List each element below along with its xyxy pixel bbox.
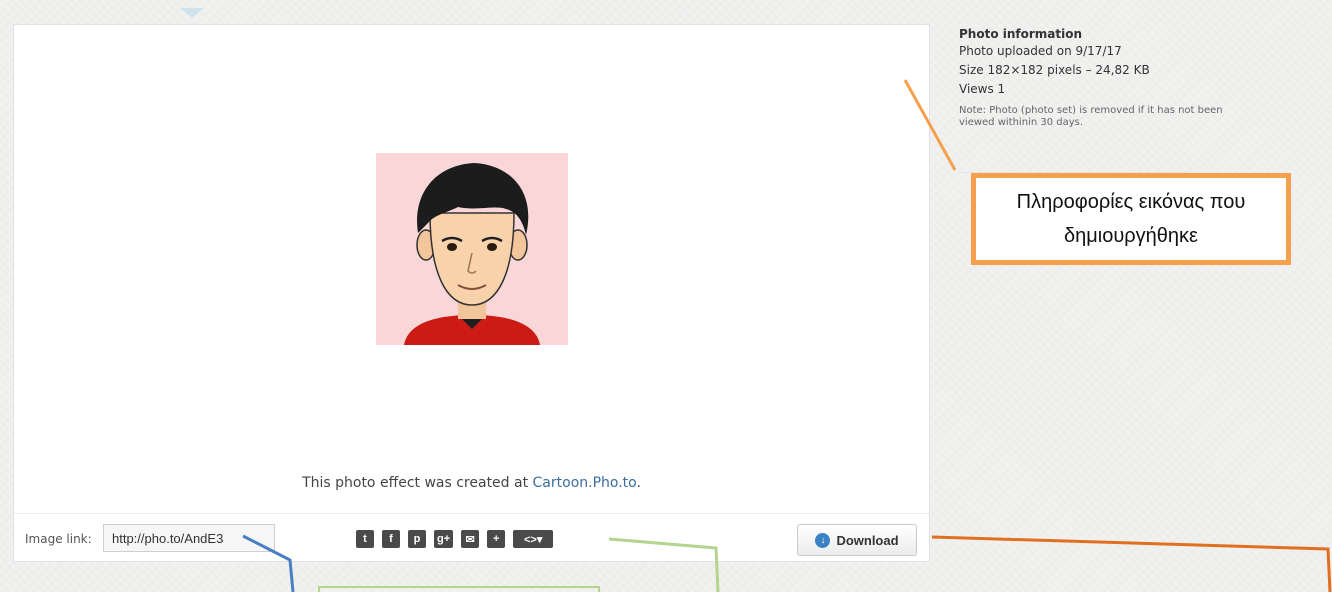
download-annotation-line — [931, 535, 1332, 592]
share-annotation-box — [318, 586, 600, 592]
share-annotation-line — [608, 537, 720, 592]
callout-line-2: δημιουργήθηκε — [1064, 225, 1198, 247]
annotation-lines — [242, 79, 1332, 592]
link-annotation-line — [242, 534, 295, 592]
callout-pointer-line — [903, 79, 957, 171]
annotation-callout: Πληροφορίες εικόνας που δημιουργήθηκε — [971, 173, 1291, 265]
callout-line-1: Πληροφορίες εικόνας που — [1016, 191, 1246, 213]
